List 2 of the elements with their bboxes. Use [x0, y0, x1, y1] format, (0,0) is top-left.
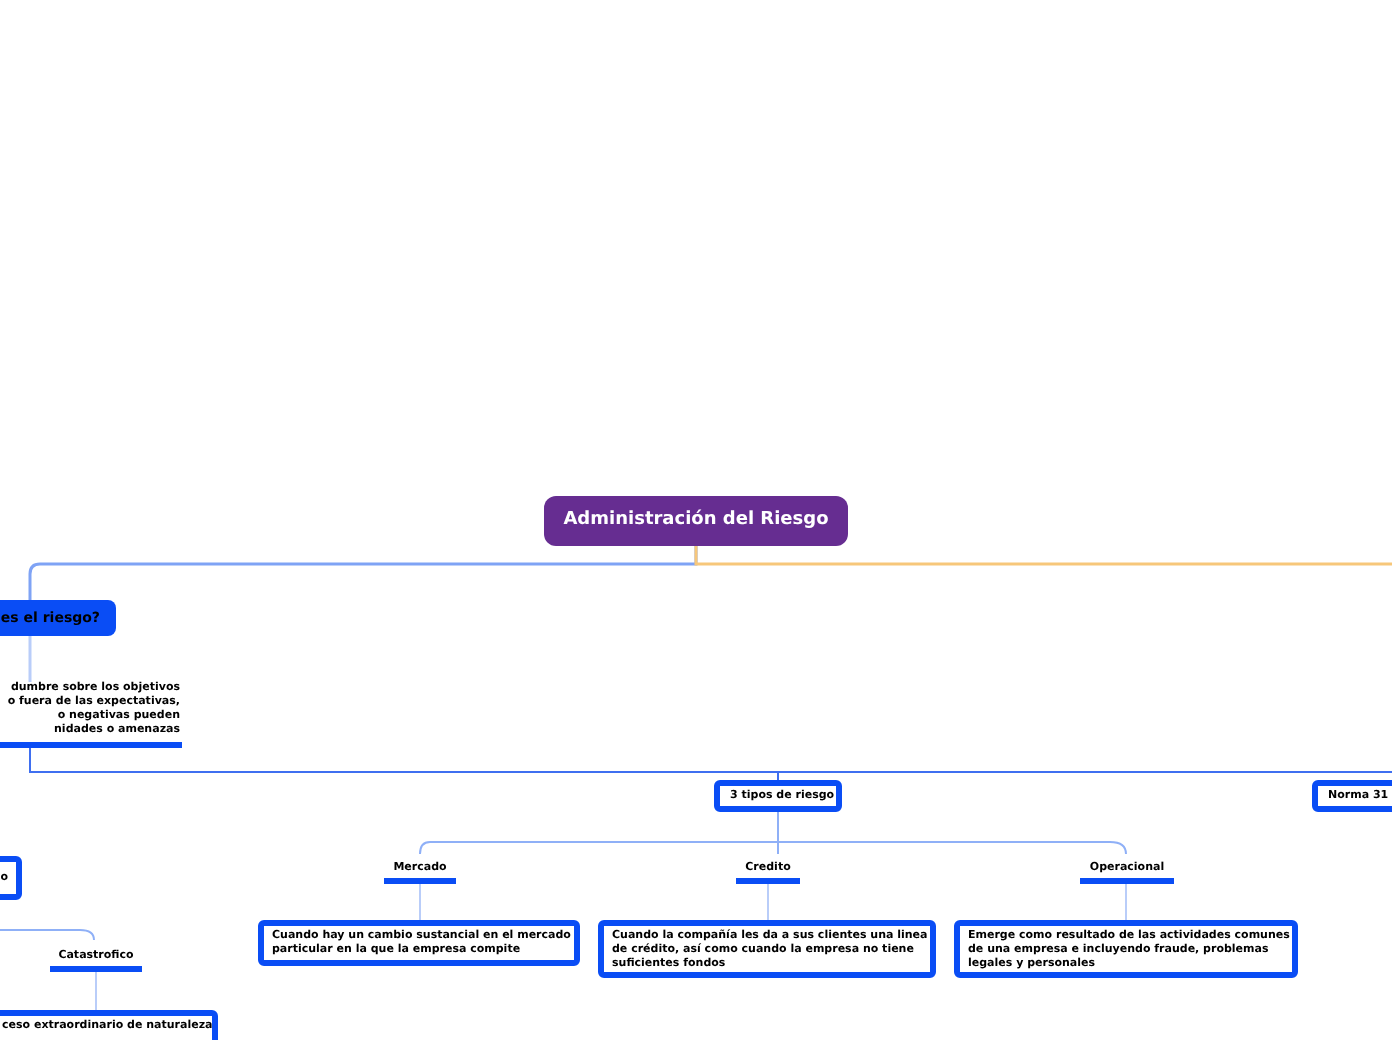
root-topic: Administración del Riesgo: [544, 496, 848, 546]
connector-line: [28, 636, 32, 682]
